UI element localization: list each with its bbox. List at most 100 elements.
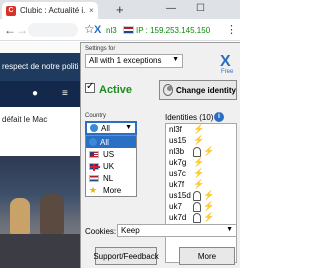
more-button[interactable]: More xyxy=(179,247,235,265)
maximize-icon[interactable]: ☐ xyxy=(196,3,205,14)
back-icon[interactable]: ← xyxy=(4,23,16,37)
identity-row[interactable]: nl3b ⚡ xyxy=(169,146,236,157)
ghost-icon xyxy=(193,190,201,201)
bolt-icon: ⚡ xyxy=(203,146,215,156)
nl-flag-icon xyxy=(123,26,134,34)
bolt-icon: ⚡ xyxy=(193,157,205,167)
bolt-icon: ⚡ xyxy=(193,124,205,134)
nl-flag-icon xyxy=(89,174,99,182)
settings-value: All with 1 exceptions xyxy=(89,56,162,65)
cookies-select[interactable]: Keep ▼ xyxy=(117,224,237,237)
uk-flag-icon xyxy=(89,162,100,171)
country-option-label: More xyxy=(103,185,122,195)
ghost-icon xyxy=(193,146,201,157)
bolt-icon: ⚡ xyxy=(193,179,205,189)
identity-name: uk7d xyxy=(169,213,187,222)
bolt-icon: ⚡ xyxy=(203,190,215,200)
image-desk xyxy=(0,234,80,268)
browser-tab[interactable]: C Clubic : Actualité i... × xyxy=(2,2,98,19)
country-option-more[interactable]: ★ More xyxy=(86,184,136,196)
country-option-all[interactable]: All xyxy=(86,136,136,148)
support-feedback-button[interactable]: Support/Feedback xyxy=(93,247,159,265)
star-icon: ★ xyxy=(89,185,98,195)
checkmark-icon: ✓ xyxy=(86,81,95,92)
identity-row[interactable]: uk7f ⚡ xyxy=(169,179,236,190)
chevron-down-icon: ▼ xyxy=(226,226,233,233)
bolt-icon: ⚡ xyxy=(193,168,205,178)
identity-row[interactable]: us15d ⚡ xyxy=(169,190,236,201)
identity-row[interactable]: us15 ⚡ xyxy=(169,135,236,146)
extension-location: nl3 xyxy=(106,26,117,35)
settings-select[interactable]: All with 1 exceptions ▼ xyxy=(85,54,183,68)
address-bar[interactable] xyxy=(28,23,78,37)
identity-name: nl3b xyxy=(169,147,185,156)
image-person xyxy=(40,194,64,234)
tab-title: Clubic : Actualité i... xyxy=(20,6,86,15)
ghost-icon xyxy=(193,212,201,223)
site-menu-icon[interactable]: ≡ xyxy=(62,88,68,99)
clubic-favicon-icon: C xyxy=(6,5,16,16)
identity-row[interactable]: uk7g ⚡ xyxy=(169,157,236,168)
extension-logo-icon[interactable]: X xyxy=(94,24,101,36)
identity-name: us15d xyxy=(169,191,191,200)
us-flag-icon xyxy=(89,150,99,158)
bookmarks-bar xyxy=(0,42,80,53)
chevron-down-icon: ▼ xyxy=(125,124,132,131)
image-person xyxy=(10,198,30,234)
country-option-us[interactable]: US xyxy=(86,148,136,160)
new-tab-icon[interactable]: + xyxy=(116,2,124,17)
identity-name: us15 xyxy=(169,136,187,145)
article-headline[interactable]: défait le Mac xyxy=(2,115,47,124)
change-identity-label: Change identity xyxy=(175,85,236,95)
settings-label: Settings for xyxy=(85,46,116,52)
identity-row[interactable]: uk7 ⚡ xyxy=(169,201,236,212)
country-option-label: All xyxy=(100,137,109,147)
forward-icon[interactable]: → xyxy=(16,23,28,37)
info-icon[interactable]: i xyxy=(214,112,224,122)
identity-icon xyxy=(163,84,173,96)
identity-name: uk7 xyxy=(169,202,182,211)
identities-list[interactable]: nl3f ⚡ us15 ⚡ nl3b ⚡ uk7g ⚡ us7c ⚡ uk7f ⚡ us15d ⚡ uk7 ⚡… xyxy=(165,123,237,263)
active-label: Active xyxy=(99,84,133,96)
identity-name: uk7f xyxy=(169,180,185,189)
minimize-icon[interactable]: — xyxy=(166,3,176,14)
site-user-icon[interactable]: ● xyxy=(32,88,38,99)
country-select[interactable]: All ▼ xyxy=(85,121,137,135)
identity-row[interactable]: nl3f ⚡ xyxy=(169,124,236,135)
country-value: All xyxy=(101,123,110,133)
country-option-nl[interactable]: NL xyxy=(86,172,136,184)
identity-row[interactable]: us7c ⚡ xyxy=(169,168,236,179)
country-dropdown: All US UK NL ★ More xyxy=(85,135,137,197)
site-nav-bar: respect de notre politi xyxy=(0,53,80,81)
identities-label: Identities (10) xyxy=(165,113,214,122)
brand-free-label: Free xyxy=(221,69,234,75)
chevron-down-icon: ▼ xyxy=(172,56,179,63)
change-identity-button[interactable]: Change identity xyxy=(159,80,237,100)
tab-strip: C Clubic : Actualité i... × + — ☐ xyxy=(0,0,240,19)
identity-name: us7c xyxy=(169,169,186,178)
cookies-value: Keep xyxy=(121,226,140,235)
country-option-label: UK xyxy=(103,161,115,171)
country-option-uk[interactable]: UK xyxy=(86,160,136,172)
globe-icon xyxy=(90,124,98,132)
bolt-icon: ⚡ xyxy=(203,201,215,211)
identity-row[interactable]: uk7d ⚡ xyxy=(169,212,236,223)
site-sub-bar: ● ≡ xyxy=(0,81,80,107)
browser-toolbar: ← → ☆ X nl3 IP : 159.253.145.150 ⋮ xyxy=(0,19,240,41)
identity-name: nl3f xyxy=(169,125,182,134)
article-image[interactable] xyxy=(0,156,80,268)
browser-menu-icon[interactable]: ⋮ xyxy=(226,23,237,36)
country-label: Country xyxy=(85,113,107,119)
extension-ip: IP : 159.253.145.150 xyxy=(136,26,211,35)
country-option-label: NL xyxy=(103,173,114,183)
identity-name: uk7g xyxy=(169,158,187,167)
cookies-label: Cookies: xyxy=(85,227,117,236)
bolt-icon: ⚡ xyxy=(203,212,215,222)
bolt-icon: ⚡ xyxy=(193,135,205,145)
country-option-label: US xyxy=(103,149,115,159)
web-page: respect de notre politi ● ≡ défait le Ma… xyxy=(0,42,80,268)
site-nav-text[interactable]: respect de notre politi xyxy=(2,62,79,71)
active-checkbox[interactable]: ✓ xyxy=(85,81,95,93)
tab-close-icon[interactable]: × xyxy=(89,6,94,15)
globe-icon xyxy=(89,138,97,146)
